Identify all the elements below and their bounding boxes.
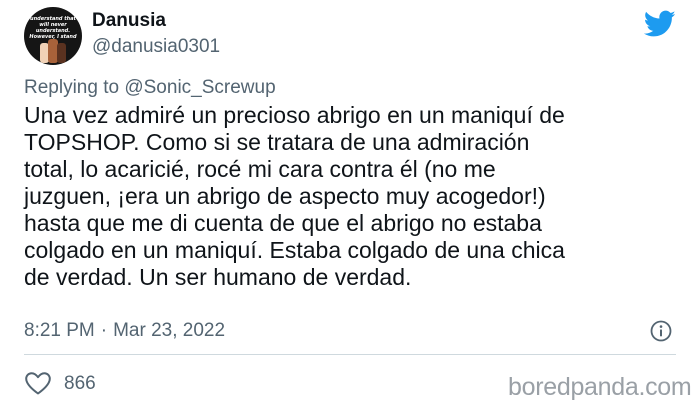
info-icon[interactable] — [650, 320, 672, 342]
watermark: boredpanda.com — [508, 373, 692, 401]
tweet-time: 8:21 PM — [24, 320, 95, 341]
raised-fists-icon — [40, 39, 66, 63]
display-name[interactable]: Danusia — [92, 10, 166, 32]
replying-to-prefix: Replying to — [24, 77, 120, 98]
twitter-bird-icon[interactable] — [644, 10, 676, 38]
heart-icon[interactable] — [25, 372, 51, 395]
like-count: 866 — [64, 373, 96, 394]
divider — [24, 354, 676, 355]
handle[interactable]: @danusia0301 — [92, 36, 220, 58]
avatar[interactable]: I understand that I will never understan… — [24, 7, 82, 65]
tweet-card: I understand that I will never understan… — [0, 0, 700, 410]
replying-to-handle-link[interactable]: @Sonic_Screwup — [124, 77, 275, 98]
tweet-date: Mar 23, 2022 — [113, 320, 226, 341]
tweet-timestamp[interactable]: 8:21 PM · Mar 23, 2022 — [24, 320, 225, 342]
tweet-text: Una vez admiré un precioso abrigo en un … — [24, 102, 565, 290]
timestamp-separator: · — [100, 320, 108, 341]
replying-to: Replying to @Sonic_Screwup — [24, 77, 276, 99]
